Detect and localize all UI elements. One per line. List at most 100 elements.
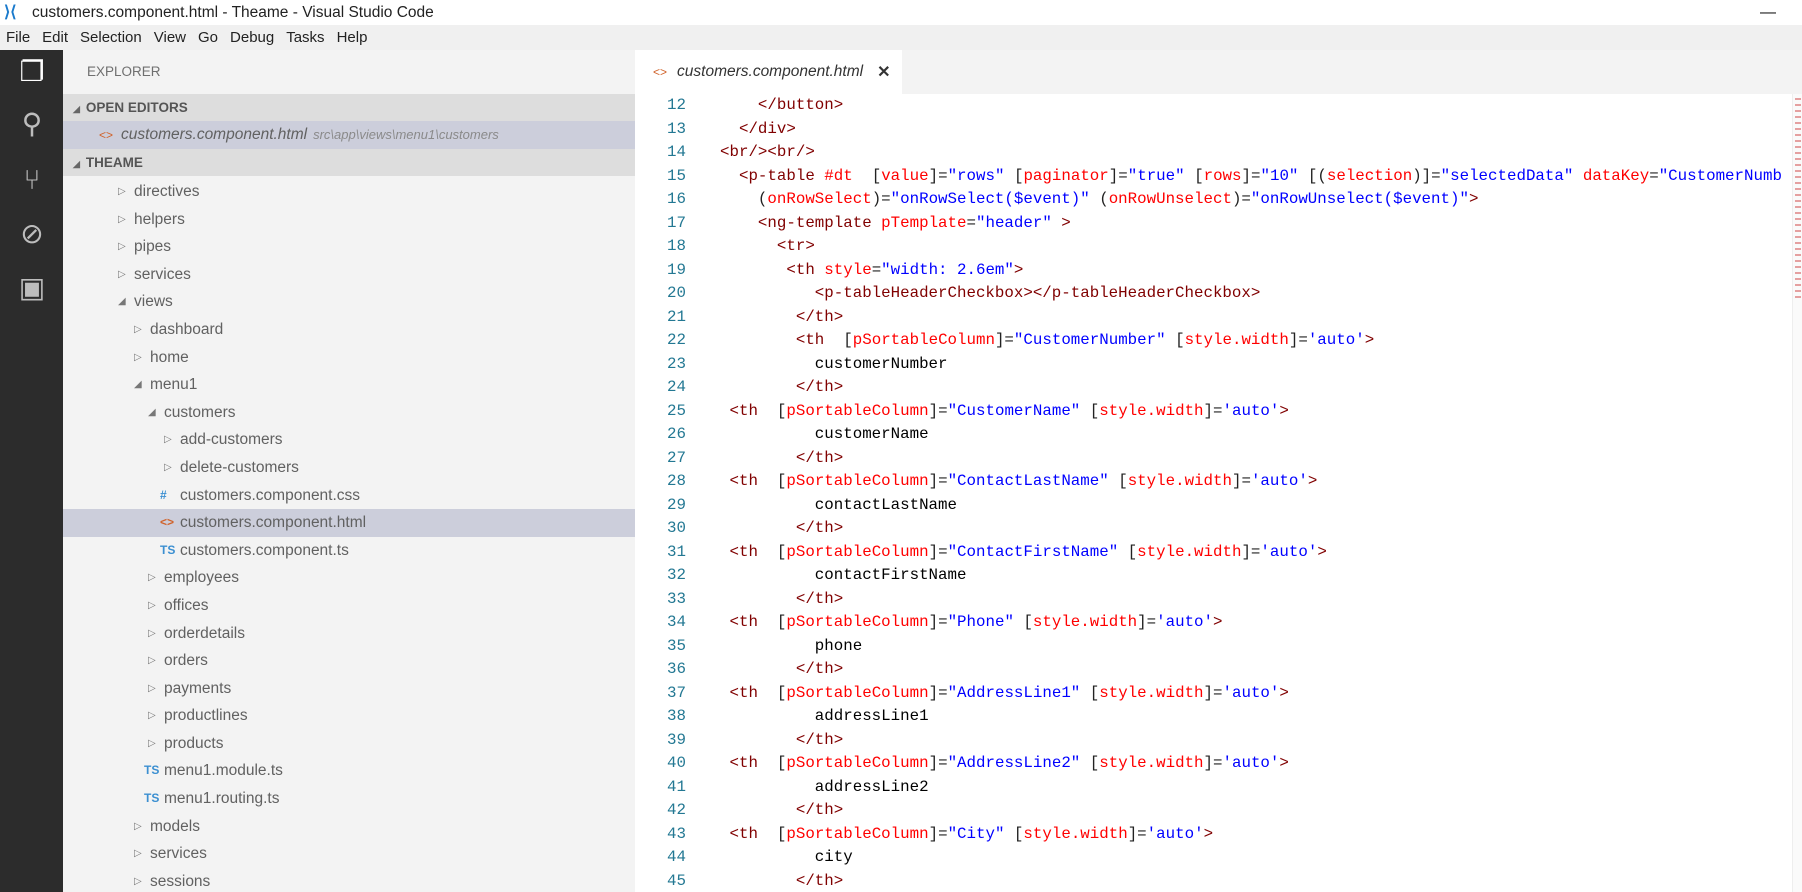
tree-item-sessions[interactable]: ▷ sessions (63, 868, 635, 892)
code-token: pSortableColumn (852, 331, 995, 349)
menu-help[interactable]: Help (337, 29, 368, 46)
line-number: 40 (667, 754, 686, 772)
tree-item-label: add-customers (180, 431, 283, 449)
line-number: 15 (667, 166, 686, 185)
tree-item-products[interactable]: ▷ products (63, 730, 635, 758)
search-icon[interactable]: ⚲ (14, 106, 50, 142)
minimize-button[interactable]: — (1760, 4, 1776, 22)
tree-item-directives[interactable]: ▷ directives (63, 178, 635, 206)
tree-item-services[interactable]: ▷ services (63, 840, 635, 868)
overview-ruler-mark (1795, 200, 1801, 202)
code-token: </th> (795, 448, 844, 467)
tree-item-label: models (150, 817, 200, 835)
menu-go[interactable]: Go (198, 29, 218, 46)
project-header[interactable]: ◢ THEAME (63, 149, 635, 176)
code-token: </th> (795, 871, 844, 890)
close-tab-button[interactable]: ✕ (877, 62, 890, 82)
menu-file[interactable]: File (6, 29, 30, 46)
html-file-icon: <> (99, 128, 114, 142)
tree-item-customers[interactable]: ◢ customers (63, 399, 635, 427)
code-token: > (1279, 401, 1289, 420)
tree-item-customers-component-html[interactable]: <> customers.component.html (63, 509, 635, 537)
line-number: 23 (667, 354, 686, 373)
code-line: </th> (720, 306, 843, 330)
code-line: </th> (720, 870, 843, 892)
tree-item-label: helpers (134, 210, 185, 228)
code-line: <th [pSortableColumn]="ContactFirstName"… (720, 541, 1326, 565)
code-token: rows (1203, 166, 1242, 185)
code-line: <th [pSortableColumn]="AddressLine2" [st… (720, 752, 1288, 776)
code-token: [ (1118, 542, 1138, 561)
code-line: customerNumber (720, 353, 948, 377)
code-token: > (1051, 213, 1071, 232)
code-line: <th [pSortableColumn]="AddressLine1" [st… (720, 682, 1288, 706)
code-token: )]= (1412, 166, 1441, 185)
code-line: </th> (720, 517, 843, 541)
tree-item-menu1-routing-ts[interactable]: TS menu1.routing.ts (63, 785, 635, 813)
tree-item-menu1-module-ts[interactable]: TS menu1.module.ts (63, 757, 635, 785)
code-line: phone (720, 635, 862, 659)
code-line: <ng-template pTemplate="header" > (720, 212, 1071, 236)
tab-customers-component-html[interactable]: <> customers.component.html ✕ (635, 50, 902, 94)
code-token: ( (757, 190, 768, 208)
tree-item-payments[interactable]: ▷ payments (63, 675, 635, 703)
line-number: 27 (667, 448, 686, 467)
tree-item-orders[interactable]: ▷ orders (63, 647, 635, 675)
code-line: <th [pSortableColumn]="CustomerName" [st… (720, 400, 1289, 424)
collapsed-chevron-icon: ▷ (118, 268, 126, 280)
overview-ruler-scrollbar[interactable] (1792, 94, 1802, 892)
code-editor[interactable]: 12 </button> 13 </div> 14 <br/><br/> 15 <p-t… (635, 94, 1793, 892)
tree-item-menu1[interactable]: ◢ menu1 (63, 371, 635, 399)
code-token: [ (1108, 472, 1128, 490)
extensions-icon[interactable]: ▣ (14, 270, 50, 306)
overview-ruler-mark (1795, 164, 1801, 166)
code-line: <th [pSortableColumn]="ContactLastName" … (720, 470, 1317, 494)
line-number: 17 (667, 213, 686, 232)
code-token: 'auto' (1156, 613, 1214, 631)
menu-debug[interactable]: Debug (230, 29, 274, 46)
code-token: <p-table (738, 166, 825, 185)
open-editor-item[interactable]: <> customers.component.html src\app\views\… (63, 121, 635, 149)
collapsed-chevron-icon: ▷ (118, 213, 126, 225)
tree-item-customers-component-ts[interactable]: TS customers.component.ts (63, 537, 635, 565)
line-number: 39 (667, 730, 686, 749)
overview-ruler-mark (1795, 170, 1801, 172)
line-number: 35 (667, 636, 686, 655)
source-control-icon[interactable]: ⑂ (14, 162, 50, 198)
tree-item-orderdetails[interactable]: ▷ orderdetails (63, 620, 635, 648)
tree-item-employees[interactable]: ▷ employees (63, 564, 635, 592)
tree-item-label: products (164, 734, 224, 752)
tree-item-delete-customers[interactable]: ▷ delete-customers (63, 454, 635, 482)
tree-item-productlines[interactable]: ▷ productlines (63, 702, 635, 730)
tree-item-helpers[interactable]: ▷ helpers (63, 206, 635, 234)
open-editors-header[interactable]: ◢ OPEN EDITORS (63, 94, 635, 121)
menu-edit[interactable]: Edit (42, 29, 68, 46)
files-icon[interactable]: ❐ (14, 54, 50, 90)
tree-item-add-customers[interactable]: ▷ add-customers (63, 426, 635, 454)
line-number: 25 (667, 401, 686, 420)
code-token: "width: 2.6em" (881, 260, 1014, 279)
menu-tasks[interactable]: Tasks (286, 29, 324, 46)
expanded-chevron-icon: ◢ (148, 406, 156, 418)
code-token: 'auto' (1260, 542, 1318, 561)
debug-icon[interactable]: ⊘ (14, 216, 50, 252)
tree-item-services[interactable]: ▷ services (63, 261, 635, 289)
code-token: city (814, 848, 853, 866)
tree-item-label: dashboard (150, 320, 224, 338)
tree-item-offices[interactable]: ▷ offices (63, 592, 635, 620)
tree-item-pipes[interactable]: ▷ pipes (63, 233, 635, 261)
tree-item-label: services (134, 265, 191, 283)
tree-item-label: orders (164, 652, 208, 670)
tree-item-customers-component-css[interactable]: # customers.component.css (63, 482, 635, 510)
code-line: </th> (720, 376, 843, 400)
code-token: 'auto' (1146, 824, 1204, 843)
code-token: </th> (795, 519, 844, 537)
code-token: ]= (1241, 542, 1261, 561)
menu-selection[interactable]: Selection (80, 29, 142, 46)
tree-item-dashboard[interactable]: ▷ dashboard (63, 316, 635, 344)
tree-item-models[interactable]: ▷ models (63, 813, 635, 841)
tree-item-views[interactable]: ◢ views (63, 288, 635, 316)
tree-item-home[interactable]: ▷ home (63, 344, 635, 372)
menu-view[interactable]: View (154, 29, 186, 46)
code-line: </th> (720, 658, 843, 682)
